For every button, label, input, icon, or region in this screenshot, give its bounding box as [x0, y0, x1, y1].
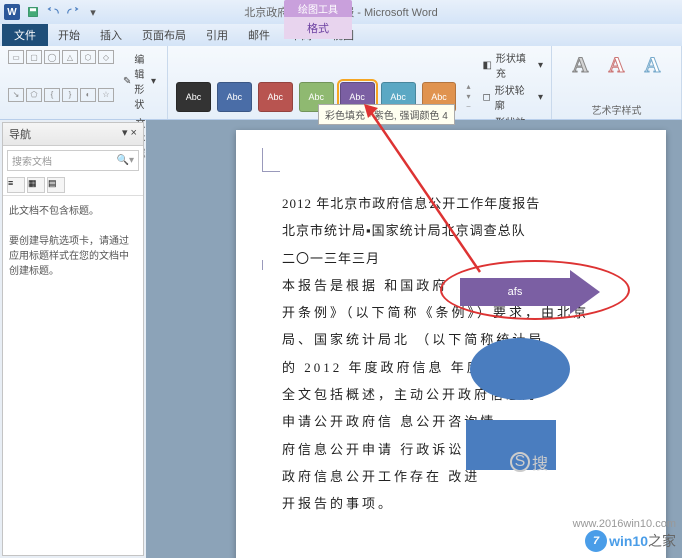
wordart-gallery[interactable]: A A A — [566, 50, 668, 80]
doc-para-4: 的 2012 年度政府信息 年度报告。 — [256, 354, 626, 381]
undo-icon[interactable] — [44, 3, 62, 21]
tab-home[interactable]: 开始 — [48, 24, 90, 46]
outline-icon: ◻ — [482, 92, 490, 103]
page-corner-mark — [262, 148, 280, 172]
shape-fill-button[interactable]: ◧形状填充 ▾ — [482, 50, 543, 80]
shape-style-2[interactable]: Abc — [217, 82, 252, 112]
wordart-style-2[interactable]: A — [602, 50, 632, 80]
edit-shape-button[interactable]: ✎编辑形状 ▾ — [120, 50, 159, 112]
tab-references[interactable]: 引用 — [196, 24, 238, 46]
page-side-mark — [262, 260, 276, 270]
doc-para-5: 全文包括概述，主动公开政府信息的 — [256, 381, 626, 408]
shape-style-1[interactable]: Abc — [176, 82, 211, 112]
nav-dropdown-icon[interactable]: ▾ × — [122, 126, 137, 142]
nav-search-input[interactable]: 搜索文档🔍▾ — [7, 150, 139, 171]
redo-icon[interactable] — [64, 3, 82, 21]
nav-view-headings[interactable]: ≡ — [7, 177, 25, 193]
nav-view-pages[interactable]: ▦ — [27, 177, 45, 193]
annotation-circle — [440, 260, 630, 320]
nav-title: 导航 — [9, 126, 31, 142]
doc-line-2: 北京市统计局▪国家统计局北京调查总队 — [256, 217, 626, 244]
shape-outline-button[interactable]: ◻形状轮廓 ▾ — [482, 82, 543, 112]
doc-para-9: 开报告的事项。 — [256, 490, 626, 517]
context-tab-label: 绘图工具 — [284, 0, 352, 17]
doc-para-7: 府信息公开申请 行政诉讼 — [256, 436, 626, 463]
sogou-watermark: S搜 — [510, 450, 548, 474]
doc-para-8: 政府信息公开工作存在 改进 — [256, 463, 626, 490]
wordart-style-1[interactable]: A — [566, 50, 596, 80]
doc-line-1: 2012 年北京市政府信息公开工作年度报告 — [256, 190, 626, 217]
tab-layout[interactable]: 页面布局 — [132, 24, 196, 46]
qat-dropdown-icon[interactable]: ▾ — [84, 3, 102, 21]
word-app-icon: W — [4, 4, 20, 20]
tab-file[interactable]: 文件 — [2, 24, 48, 46]
save-icon[interactable] — [24, 3, 42, 21]
doc-para-6: 申请公开政府信 息公开咨询情 — [256, 408, 626, 435]
tab-insert[interactable]: 插入 — [90, 24, 132, 46]
nav-message: 此文档不包含标题。 要创建导航选项卡，请通过应用标题样式在您的文档中创建标题。 — [3, 196, 143, 287]
document-area[interactable]: 2012 年北京市政府信息公开工作年度报告 北京市统计局▪国家统计局北京调查总队… — [146, 120, 682, 558]
edit-shape-icon: ✎ — [123, 76, 131, 87]
tab-mail[interactable]: 邮件 — [238, 24, 280, 46]
search-icon: 🔍▾ — [117, 155, 134, 166]
document-page[interactable]: 2012 年北京市政府信息公开工作年度报告 北京市统计局▪国家统计局北京调查总队… — [236, 130, 666, 558]
shape-style-3[interactable]: Abc — [258, 82, 293, 112]
wordart-style-3[interactable]: A — [638, 50, 668, 80]
doc-para-3: 局、国家统计局北 （以下简称统计局 — [256, 326, 626, 353]
logo-badge-icon: 7 — [585, 530, 607, 552]
site-logo: 7 win10之家 — [585, 530, 676, 552]
url-watermark: www.2016win10.com — [573, 518, 676, 530]
nav-view-results[interactable]: ▤ — [47, 177, 65, 193]
fill-icon: ◧ — [482, 60, 491, 71]
navigation-pane: 导航 ▾ × 搜索文档🔍▾ ≡ ▦ ▤ 此文档不包含标题。 要创建导航选项卡，请通… — [2, 122, 144, 556]
shape-style-more[interactable]: ▴▾⎯ — [466, 82, 470, 112]
tab-format[interactable]: 格式 — [284, 17, 352, 39]
style-tooltip: 彩色填充 - 紫色, 强调颜色 4 — [318, 104, 455, 125]
context-tab-group: 绘图工具 格式 — [284, 0, 352, 39]
group-wordart-styles: 艺术字样式 — [592, 100, 642, 117]
shape-ellipse[interactable] — [470, 338, 570, 400]
